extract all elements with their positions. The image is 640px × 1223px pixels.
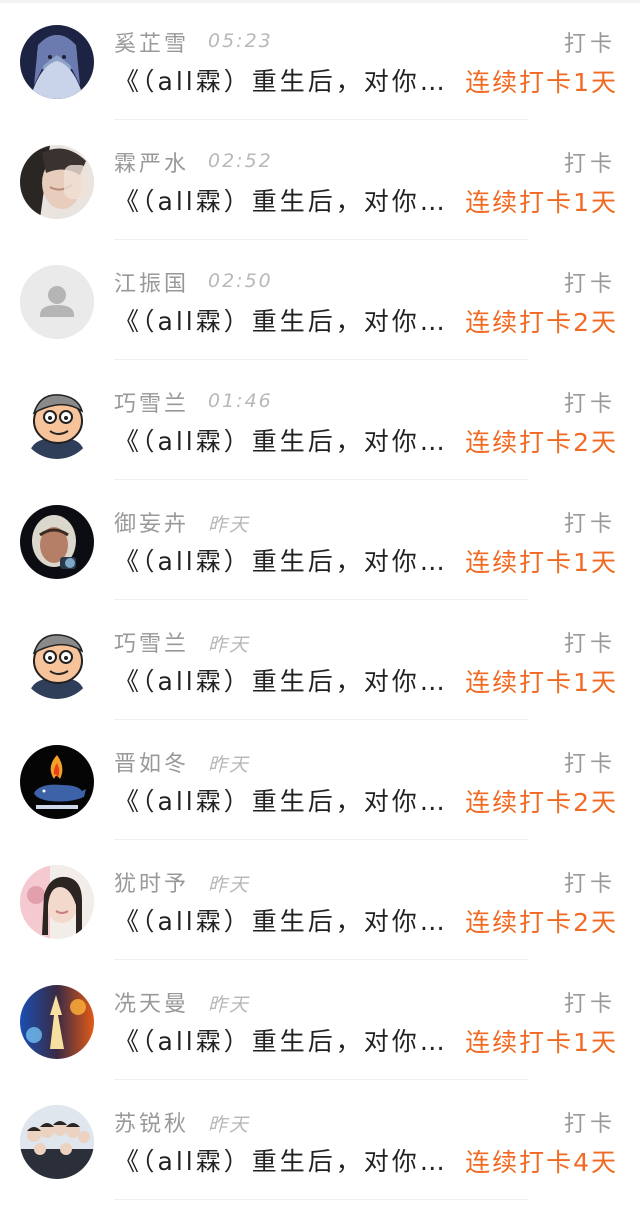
action-label: 打卡: [563, 752, 616, 777]
user-name[interactable]: 巧雪兰: [114, 626, 189, 658]
user-name[interactable]: 苏锐秋: [114, 1106, 189, 1138]
checkin-time: 05:23: [208, 30, 273, 52]
streak-badge: 连续打卡4天: [465, 1148, 618, 1177]
book-title[interactable]: 《（all霖）重生后，对你的宠爱一如既往》: [114, 782, 469, 818]
list-item[interactable]: 巧雪兰 01:46 打卡 《（all霖）重生后，对你的宠爱一如既往》 连续打卡2…: [0, 360, 640, 480]
streak-badge: 连续打卡2天: [465, 428, 618, 457]
streak-badge: 连续打卡1天: [465, 1028, 618, 1057]
checkin-time: 02:52: [208, 150, 273, 172]
avatar-group-photo-icon[interactable]: [20, 1105, 94, 1179]
row-divider: [114, 1199, 528, 1200]
action-label: 打卡: [563, 392, 616, 417]
avatar-cartoon-man-icon[interactable]: [20, 625, 94, 699]
action-label: 打卡: [563, 632, 616, 657]
avatar-cartoon-man-icon[interactable]: [20, 385, 94, 459]
user-name[interactable]: 霖严水: [114, 146, 189, 178]
book-title[interactable]: 《（all霖）重生后，对你的宠爱一如既往》: [114, 422, 469, 458]
list-item[interactable]: 巧雪兰 昨天 打卡 《（all霖）重生后，对你的宠爱一如既往》 连续打卡1天: [0, 600, 640, 720]
checkin-time: 01:46: [208, 390, 273, 412]
avatar-dark-anime-icon[interactable]: [20, 25, 94, 99]
user-name[interactable]: 江振国: [114, 266, 189, 298]
action-label: 打卡: [563, 992, 616, 1017]
checkin-time: 昨天: [208, 994, 251, 1016]
action-label: 打卡: [563, 872, 616, 897]
book-title[interactable]: 《（all霖）重生后，对你的宠爱一如既往》: [114, 182, 469, 218]
user-name[interactable]: 冼天曼: [114, 986, 189, 1018]
avatar-fire-whale-icon[interactable]: [20, 745, 94, 819]
action-label: 打卡: [563, 152, 616, 177]
list-item[interactable]: 奚芷雪 05:23 打卡 《（all霖）重生后，对你的宠爱一如既往》 连续打卡1…: [0, 0, 640, 120]
checkin-time: 昨天: [208, 1114, 251, 1136]
book-title[interactable]: 《（all霖）重生后，对你的宠爱一如既往》: [114, 1022, 469, 1058]
user-name[interactable]: 巧雪兰: [114, 386, 189, 418]
checkin-time: 昨天: [208, 634, 251, 656]
action-label: 打卡: [563, 1112, 616, 1137]
book-title[interactable]: 《（all霖）重生后，对你的宠爱一如既往》: [114, 302, 469, 338]
avatar-astronaut-icon[interactable]: [20, 505, 94, 579]
user-name[interactable]: 犹时予: [114, 866, 189, 898]
user-name[interactable]: 奚芷雪: [114, 26, 189, 58]
action-label: 打卡: [563, 32, 616, 57]
user-name[interactable]: 御妄卉: [114, 506, 189, 538]
book-title[interactable]: 《（all霖）重生后，对你的宠爱一如既往》: [114, 62, 469, 98]
checkin-time: 昨天: [208, 874, 251, 896]
list-item[interactable]: 江振国 02:50 打卡 《（all霖）重生后，对你的宠爱一如既往》 连续打卡2…: [0, 240, 640, 360]
checkin-time: 昨天: [208, 514, 251, 536]
streak-badge: 连续打卡1天: [465, 68, 618, 97]
list-item[interactable]: 犹时予 昨天 打卡 《（all霖）重生后，对你的宠爱一如既往》 连续打卡2天: [0, 840, 640, 960]
checkin-time: 02:50: [208, 270, 273, 292]
user-name[interactable]: 晋如冬: [114, 746, 189, 778]
list-item[interactable]: 晋如冬 昨天 打卡 《（all霖）重生后，对你的宠爱一如既往》 连续打卡2天: [0, 720, 640, 840]
default-user-icon[interactable]: [20, 265, 94, 339]
list-item[interactable]: 御妄卉 昨天 打卡 《（all霖）重生后，对你的宠爱一如既往》 连续打卡1天: [0, 480, 640, 600]
avatar-girl-photo-icon[interactable]: [20, 145, 94, 219]
streak-badge: 连续打卡2天: [465, 308, 618, 337]
list-item[interactable]: 霖严水 02:52 打卡 《（all霖）重生后，对你的宠爱一如既往》 连续打卡1…: [0, 120, 640, 240]
list-item[interactable]: 苏锐秋 昨天 打卡 《（all霖）重生后，对你的宠爱一如既往》 连续打卡4天: [0, 1080, 640, 1200]
list-item[interactable]: 冼天曼 昨天 打卡 《（all霖）重生后，对你的宠爱一如既往》 连续打卡1天: [0, 960, 640, 1080]
checkin-time: 昨天: [208, 754, 251, 776]
streak-badge: 连续打卡1天: [465, 548, 618, 577]
streak-badge: 连续打卡2天: [465, 908, 618, 937]
streak-badge: 连续打卡1天: [465, 188, 618, 217]
action-label: 打卡: [563, 272, 616, 297]
checkin-list: 奚芷雪 05:23 打卡 《（all霖）重生后，对你的宠爱一如既往》 连续打卡1…: [0, 0, 640, 1200]
book-title[interactable]: 《（all霖）重生后，对你的宠爱一如既往》: [114, 542, 469, 578]
action-label: 打卡: [563, 512, 616, 537]
book-title[interactable]: 《（all霖）重生后，对你的宠爱一如既往》: [114, 662, 469, 698]
streak-badge: 连续打卡1天: [465, 668, 618, 697]
avatar-girl-pink-icon[interactable]: [20, 865, 94, 939]
book-title[interactable]: 《（all霖）重生后，对你的宠爱一如既往》: [114, 902, 469, 938]
avatar-fire-ice-icon[interactable]: [20, 985, 94, 1059]
streak-badge: 连续打卡2天: [465, 788, 618, 817]
book-title[interactable]: 《（all霖）重生后，对你的宠爱一如既往》: [114, 1142, 469, 1178]
